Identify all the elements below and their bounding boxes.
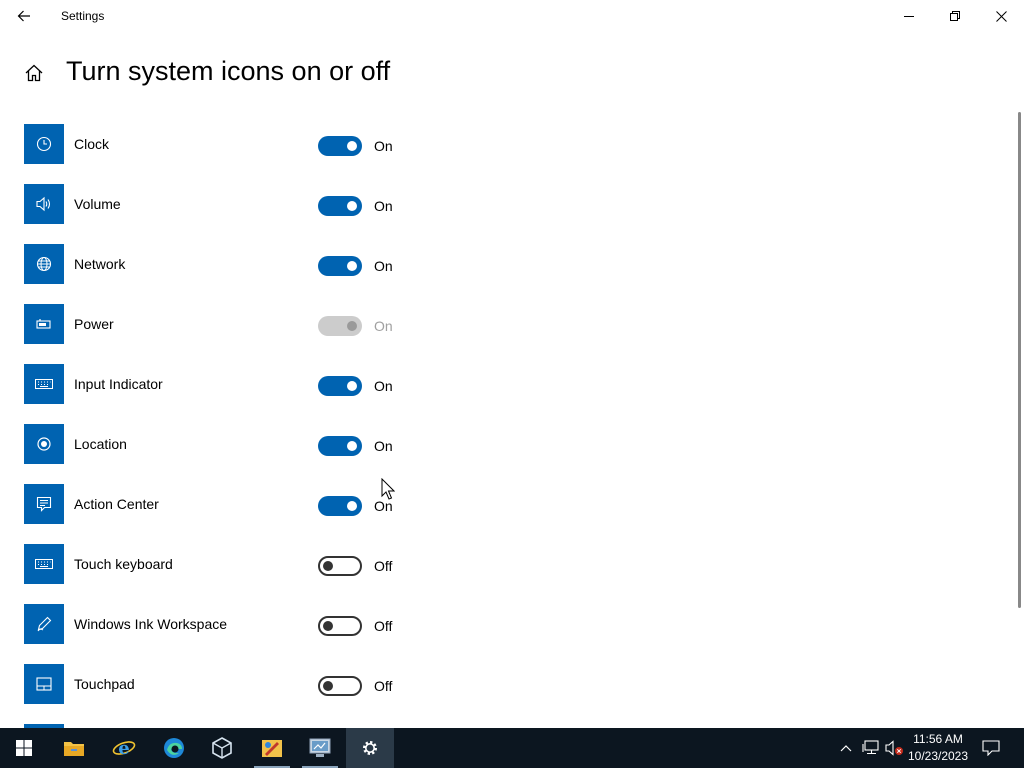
volume-muted-icon: [885, 740, 903, 756]
setting-row-power: Power On: [24, 304, 404, 344]
title-bar: Settings: [0, 0, 1024, 32]
touchpad-toggle[interactable]: [318, 676, 362, 696]
toggle-state-text: On: [374, 438, 393, 454]
action-center-toggle[interactable]: [318, 496, 362, 516]
volume-toggle[interactable]: [318, 196, 362, 216]
virtualbox-icon: [212, 737, 232, 759]
taskbar: e 11:56 AM 10/23/2023: [0, 728, 1024, 768]
setting-row-touch-keyboard: Touch keyboard Off: [24, 544, 404, 584]
volume-tray-button[interactable]: [884, 728, 906, 768]
edge-icon: [164, 738, 184, 758]
control-panel-button[interactable]: [296, 728, 344, 768]
keyboard-icon: [24, 544, 64, 584]
pen-icon: [24, 604, 64, 644]
clock-time: 11:56 AM: [913, 732, 963, 746]
power-toggle: [318, 316, 362, 336]
virtualbox-button[interactable]: [198, 728, 246, 768]
location-toggle[interactable]: [318, 436, 362, 456]
windows-ink-toggle[interactable]: [318, 616, 362, 636]
close-icon: [995, 10, 1007, 22]
setting-row-input-indicator: Input Indicator On: [24, 364, 404, 404]
network-tray-button[interactable]: [860, 728, 882, 768]
clock-icon: [24, 124, 64, 164]
page-title: Turn system icons on or off: [66, 56, 391, 86]
control-panel-icon: [309, 738, 331, 757]
minimize-icon: [904, 16, 914, 17]
start-icon: [16, 740, 32, 756]
setting-row-touchpad: Touchpad Off: [24, 664, 404, 704]
setting-label: Network: [74, 256, 126, 272]
toggle-state-text: On: [374, 498, 393, 514]
setting-row-volume: Volume On: [24, 184, 404, 224]
back-button[interactable]: [8, 4, 40, 28]
setting-row-clock: Clock On: [24, 124, 404, 164]
volume-icon: [24, 184, 64, 224]
home-button[interactable]: [22, 61, 46, 85]
setting-label: Input Indicator: [74, 376, 163, 392]
svg-text:e: e: [118, 738, 129, 759]
setting-row-location: Location On: [24, 424, 404, 464]
minimize-button[interactable]: [886, 0, 932, 32]
battery-icon: [24, 304, 64, 344]
setting-label: Windows Ink Workspace: [74, 616, 228, 632]
window-title: Settings: [61, 9, 105, 23]
keyboard-icon: [24, 364, 64, 404]
setting-label: Clock: [74, 136, 110, 152]
setting-row-network: Network On: [24, 244, 404, 284]
network-toggle[interactable]: [318, 256, 362, 276]
input-indicator-toggle[interactable]: [318, 376, 362, 396]
action-center-icon: [24, 484, 64, 524]
show-hidden-icons-button[interactable]: [836, 728, 856, 768]
taskbar-clock[interactable]: 11:56 AM 10/23/2023: [906, 731, 970, 765]
scrollbar[interactable]: [1018, 112, 1021, 608]
clock-date: 10/23/2023: [907, 749, 969, 763]
restore-button[interactable]: [932, 0, 978, 32]
restore-icon: [950, 11, 960, 21]
file-explorer-icon: [64, 742, 84, 756]
toggle-state-text: On: [374, 138, 393, 154]
edge-button[interactable]: [150, 728, 198, 768]
mouse-cursor-icon: [381, 478, 395, 500]
back-arrow-icon: [17, 10, 30, 22]
toggle-state-text: Off: [374, 678, 393, 694]
toggle-state-text: Off: [374, 618, 393, 634]
paint-app-button[interactable]: [248, 728, 296, 768]
clock-toggle[interactable]: [318, 136, 362, 156]
notifications-button[interactable]: [978, 728, 1004, 768]
start-button[interactable]: [0, 728, 48, 768]
setting-row-action-center: Action Center On: [24, 484, 404, 524]
home-icon: [25, 64, 43, 82]
file-explorer-button[interactable]: [50, 728, 98, 768]
setting-label: Volume: [74, 196, 121, 212]
paint-app-icon: [262, 740, 282, 757]
network-tray-icon: [862, 740, 879, 755]
chevron-up-icon: [840, 745, 852, 752]
touchpad-icon: [24, 664, 64, 704]
setting-label: Action Center: [74, 496, 159, 512]
toggle-state-text: On: [374, 258, 393, 274]
internet-explorer-button[interactable]: e: [100, 728, 148, 768]
toggle-state-text: On: [374, 198, 393, 214]
internet-explorer-icon: e: [112, 738, 136, 759]
toggle-state-text: On: [374, 378, 393, 394]
settings-gear-icon: [363, 741, 377, 755]
location-icon: [24, 424, 64, 464]
setting-label: Power: [74, 316, 114, 332]
settings-button[interactable]: [346, 728, 394, 768]
setting-label: Touchpad: [74, 676, 135, 692]
setting-label: Location: [74, 436, 127, 452]
toggle-state-text: Off: [374, 558, 393, 574]
setting-row-windows-ink-workspace: Windows Ink Workspace Off: [24, 604, 404, 644]
toggle-state-text: On: [374, 318, 393, 334]
close-button[interactable]: [978, 0, 1024, 32]
setting-label: Touch keyboard: [74, 556, 173, 572]
touch-keyboard-toggle[interactable]: [318, 556, 362, 576]
notifications-icon: [982, 740, 1000, 756]
globe-icon: [24, 244, 64, 284]
